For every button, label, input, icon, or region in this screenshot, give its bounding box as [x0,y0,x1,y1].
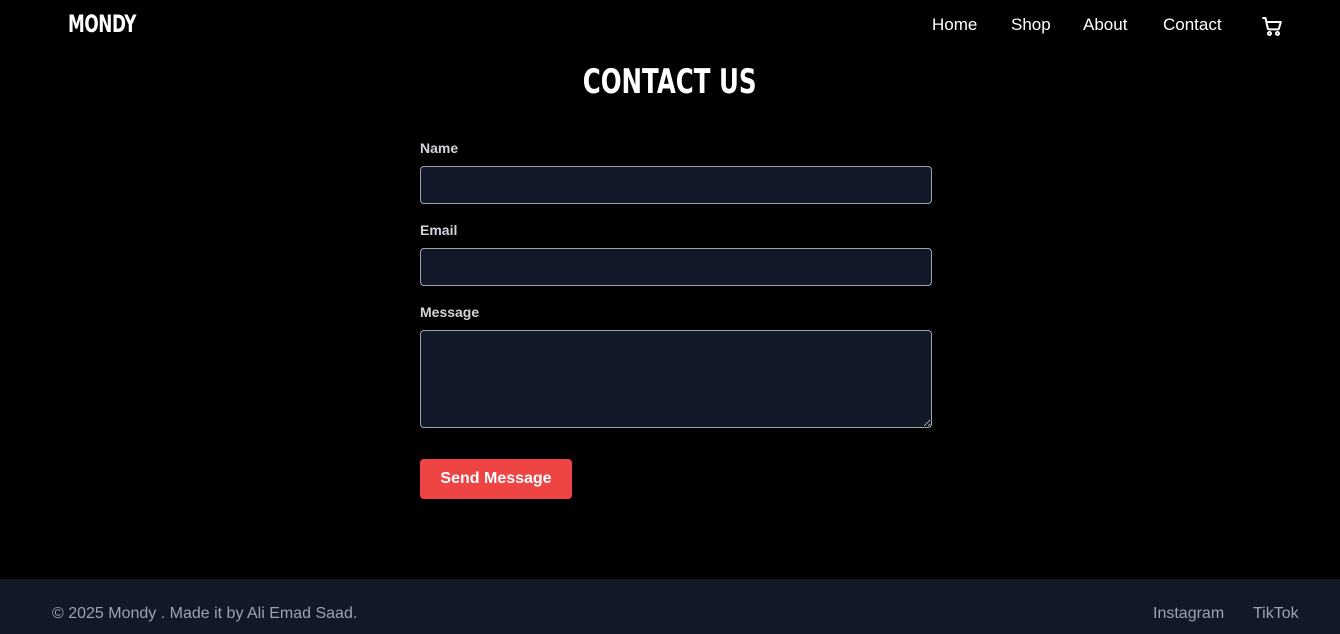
navbar: MONDY Home Shop About Contact [0,0,1340,52]
footer: © 2025 Mondy . Made it by Ali Emad Saad.… [0,579,1340,634]
send-message-button[interactable]: Send Message [420,459,572,499]
message-label: Message [420,304,480,320]
logo[interactable]: MONDY [68,10,136,38]
nav-link-about[interactable]: About [1083,15,1127,35]
message-textarea[interactable] [420,330,932,428]
nav-link-contact[interactable]: Contact [1163,15,1222,35]
instagram-link[interactable]: Instagram [1153,605,1224,623]
shopping-cart-icon[interactable] [1260,14,1284,38]
page-title-text: CONTACT US [583,62,757,102]
copyright-text: © 2025 Mondy . Made it by Ali Emad Saad. [52,605,358,622]
email-label: Email [420,222,458,238]
tiktok-link[interactable]: TikTok [1253,605,1299,623]
name-label: Name [420,140,459,156]
nav-link-shop[interactable]: Shop [1011,15,1051,35]
name-input[interactable] [420,166,932,204]
nav-link-home[interactable]: Home [932,15,977,35]
email-input[interactable] [420,248,932,286]
page-title: CONTACT US [0,62,1340,102]
